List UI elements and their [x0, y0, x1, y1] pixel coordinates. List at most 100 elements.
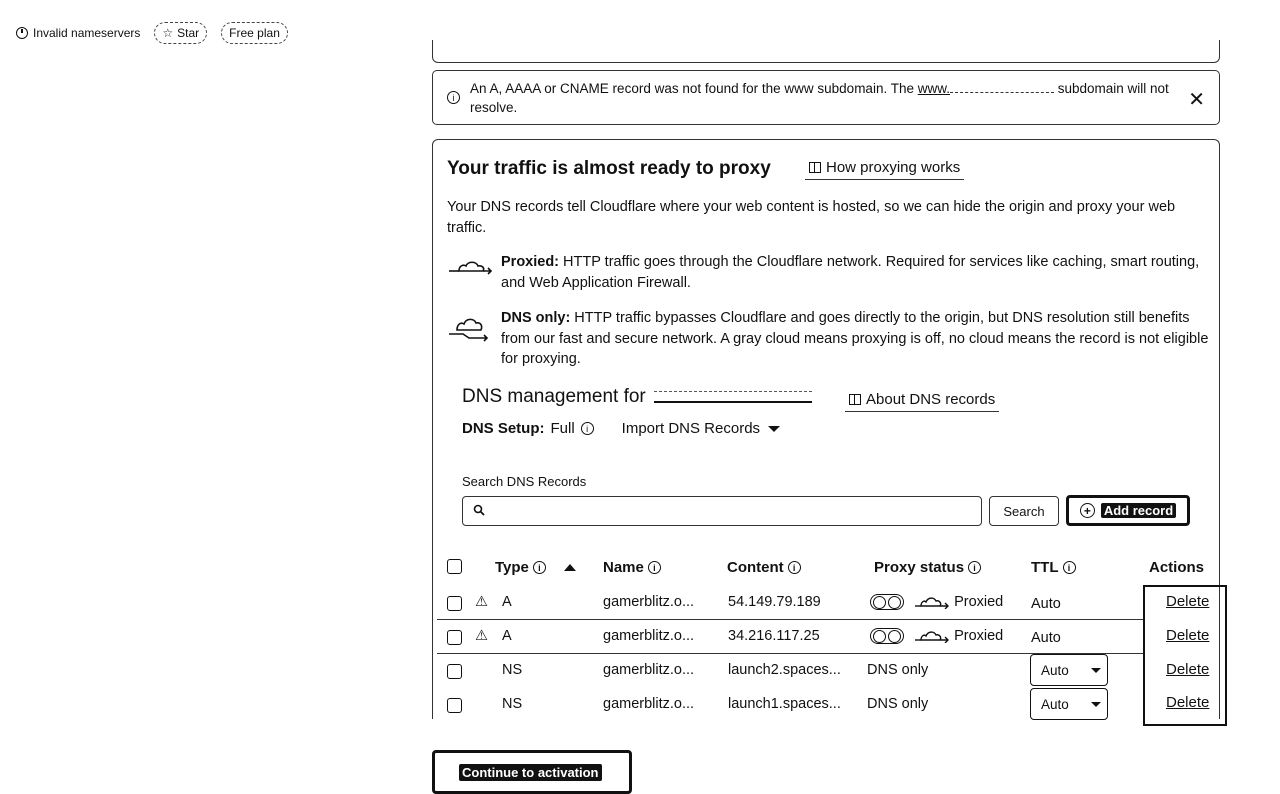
- star-label: Star: [177, 26, 200, 40]
- proxied-cloud-icon: [915, 631, 950, 644]
- warning-icon: ⚠: [475, 594, 488, 610]
- ttl-select[interactable]: Auto: [1030, 654, 1108, 686]
- alert-text-start: An A, AAAA or CNAME record was not found…: [470, 80, 918, 96]
- caret-down-icon: [768, 425, 781, 432]
- record-type: A: [502, 594, 512, 610]
- col-type[interactable]: Type i: [495, 559, 576, 576]
- proxy-status[interactable]: Proxied: [870, 594, 1004, 611]
- search-button[interactable]: Search: [989, 496, 1059, 526]
- record-type: NS: [502, 662, 523, 678]
- info-icon: i: [968, 561, 982, 574]
- select-all-checkbox[interactable]: [447, 559, 462, 574]
- proxied-text: HTTP traffic goes through the Cloudflare…: [501, 254, 1200, 291]
- info-icon: i: [447, 91, 460, 104]
- clock-icon: [16, 27, 28, 39]
- col-actions-label: Actions: [1149, 559, 1205, 576]
- plan-label: Free plan: [229, 26, 280, 40]
- record-content[interactable]: launch2.spaces...: [728, 662, 841, 678]
- zone-status-bar: Invalid nameservers ☆ Star Free plan: [16, 22, 288, 44]
- delete-button[interactable]: Delete: [1166, 627, 1209, 644]
- col-ttl-label: TTL: [1031, 559, 1059, 576]
- record-name[interactable]: gamerblitz.o...: [603, 628, 694, 644]
- col-proxy-label: Proxy status: [874, 559, 965, 576]
- book-icon: [849, 394, 861, 405]
- info-icon: i: [532, 561, 546, 574]
- www-record-alert: i An A, AAAA or CNAME record was not fou…: [432, 70, 1220, 125]
- record-name[interactable]: gamerblitz.o...: [603, 696, 694, 712]
- col-content-label: Content: [727, 559, 784, 576]
- table-row: NS gamerblitz.o... launch1.spaces... DNS…: [433, 688, 1221, 722]
- about-dns-records-link[interactable]: About DNS records: [845, 389, 1000, 412]
- search-icon: [473, 504, 485, 519]
- how-proxying-label: How proxying works: [826, 159, 961, 176]
- previous-card-edge: [432, 40, 1220, 63]
- proxy-status[interactable]: Proxied: [870, 628, 1004, 645]
- proxy-status-label: Proxied: [954, 594, 1004, 610]
- delete-button[interactable]: Delete: [1166, 661, 1209, 678]
- continue-label: Continue to activation: [459, 763, 602, 781]
- continue-to-activation-button[interactable]: Continue to activation: [432, 750, 632, 794]
- col-proxy-status[interactable]: Proxy status i: [874, 559, 982, 576]
- search-dns-label: Search DNS Records: [462, 474, 587, 489]
- record-name[interactable]: gamerblitz.o...: [603, 594, 694, 610]
- col-name[interactable]: Name i: [603, 559, 661, 576]
- dns-only-explanation: DNS only: HTTP traffic bypasses Cloudfla…: [447, 308, 1217, 370]
- table-row: NS gamerblitz.o... launch2.spaces... DNS…: [433, 654, 1221, 688]
- ttl-select[interactable]: Auto: [1030, 688, 1108, 720]
- dns-management-title: DNS management for: [462, 386, 812, 408]
- col-content[interactable]: Content i: [727, 559, 801, 576]
- col-ttl[interactable]: TTL i: [1031, 559, 1076, 576]
- record-content[interactable]: 34.216.117.25: [728, 628, 820, 644]
- delete-button[interactable]: Delete: [1166, 694, 1209, 711]
- alert-message: An A, AAAA or CNAME record was not found…: [470, 79, 1190, 117]
- row-checkbox[interactable]: [447, 596, 462, 615]
- ttl-select-value: Auto: [1041, 696, 1069, 712]
- alert-www-link[interactable]: www.: [918, 81, 1054, 96]
- proxied-cloud-icon: [447, 252, 501, 293]
- import-dns-records-dropdown[interactable]: Import DNS Records: [622, 420, 781, 437]
- delete-button[interactable]: Delete: [1166, 593, 1209, 610]
- info-icon[interactable]: i: [580, 422, 594, 435]
- table-row: ⚠ A gamerblitz.o... 34.216.117.25 Proxie…: [433, 620, 1221, 654]
- dns-only-text: HTTP traffic bypasses Cloudflare and goe…: [501, 310, 1209, 367]
- star-button[interactable]: ☆ Star: [154, 22, 208, 44]
- col-name-label: Name: [603, 559, 644, 576]
- about-dns-label: About DNS records: [866, 391, 996, 408]
- proxy-toggle[interactable]: [870, 628, 904, 645]
- col-type-label: Type: [495, 559, 529, 576]
- table-row: ⚠ A gamerblitz.o... 54.149.79.189 Proxie…: [433, 586, 1221, 620]
- info-icon: i: [647, 561, 661, 574]
- record-name[interactable]: gamerblitz.o...: [603, 662, 694, 678]
- proxy-card-title: Your traffic is almost ready to proxy: [447, 158, 771, 179]
- ttl-value: Auto: [1031, 630, 1061, 646]
- record-content[interactable]: launch1.spaces...: [728, 696, 841, 712]
- caret-down-icon: [1090, 667, 1101, 673]
- plan-badge[interactable]: Free plan: [221, 22, 288, 44]
- row-checkbox[interactable]: [447, 698, 462, 717]
- dns-setup-label: DNS Setup:: [462, 420, 545, 437]
- ttl-select-value: Auto: [1041, 662, 1069, 678]
- dns-setup-row: DNS Setup: Full i Import DNS Records: [462, 420, 781, 437]
- add-record-button[interactable]: + Add record: [1066, 495, 1190, 526]
- record-type: A: [502, 628, 512, 644]
- proxy-status-label: DNS only: [867, 696, 929, 712]
- search-dns-input[interactable]: [462, 496, 982, 526]
- info-icon: i: [787, 561, 801, 574]
- sort-asc-icon[interactable]: [563, 564, 576, 571]
- proxied-explanation: Proxied: HTTP traffic goes through the C…: [447, 252, 1217, 293]
- dns-records-card: Your traffic is almost ready to proxy Ho…: [432, 139, 1221, 722]
- how-proxying-works-link[interactable]: How proxying works: [805, 156, 965, 180]
- proxy-status-label: Proxied: [954, 628, 1004, 644]
- dns-management-label: DNS management for: [462, 386, 646, 407]
- ttl-value: Auto: [1031, 596, 1061, 612]
- proxy-description: Your DNS records tell Cloudflare where y…: [447, 199, 1176, 236]
- row-checkbox[interactable]: [447, 664, 462, 683]
- proxy-status-label: DNS only: [867, 662, 929, 678]
- warning-icon: ⚠: [475, 628, 488, 644]
- close-icon[interactable]: ✕: [1188, 87, 1205, 112]
- row-checkbox[interactable]: [447, 630, 462, 649]
- proxy-toggle[interactable]: [870, 594, 904, 611]
- record-content[interactable]: 54.149.79.189: [728, 594, 821, 610]
- add-record-label: Add record: [1100, 503, 1177, 518]
- zone-status: Invalid nameservers: [16, 26, 140, 40]
